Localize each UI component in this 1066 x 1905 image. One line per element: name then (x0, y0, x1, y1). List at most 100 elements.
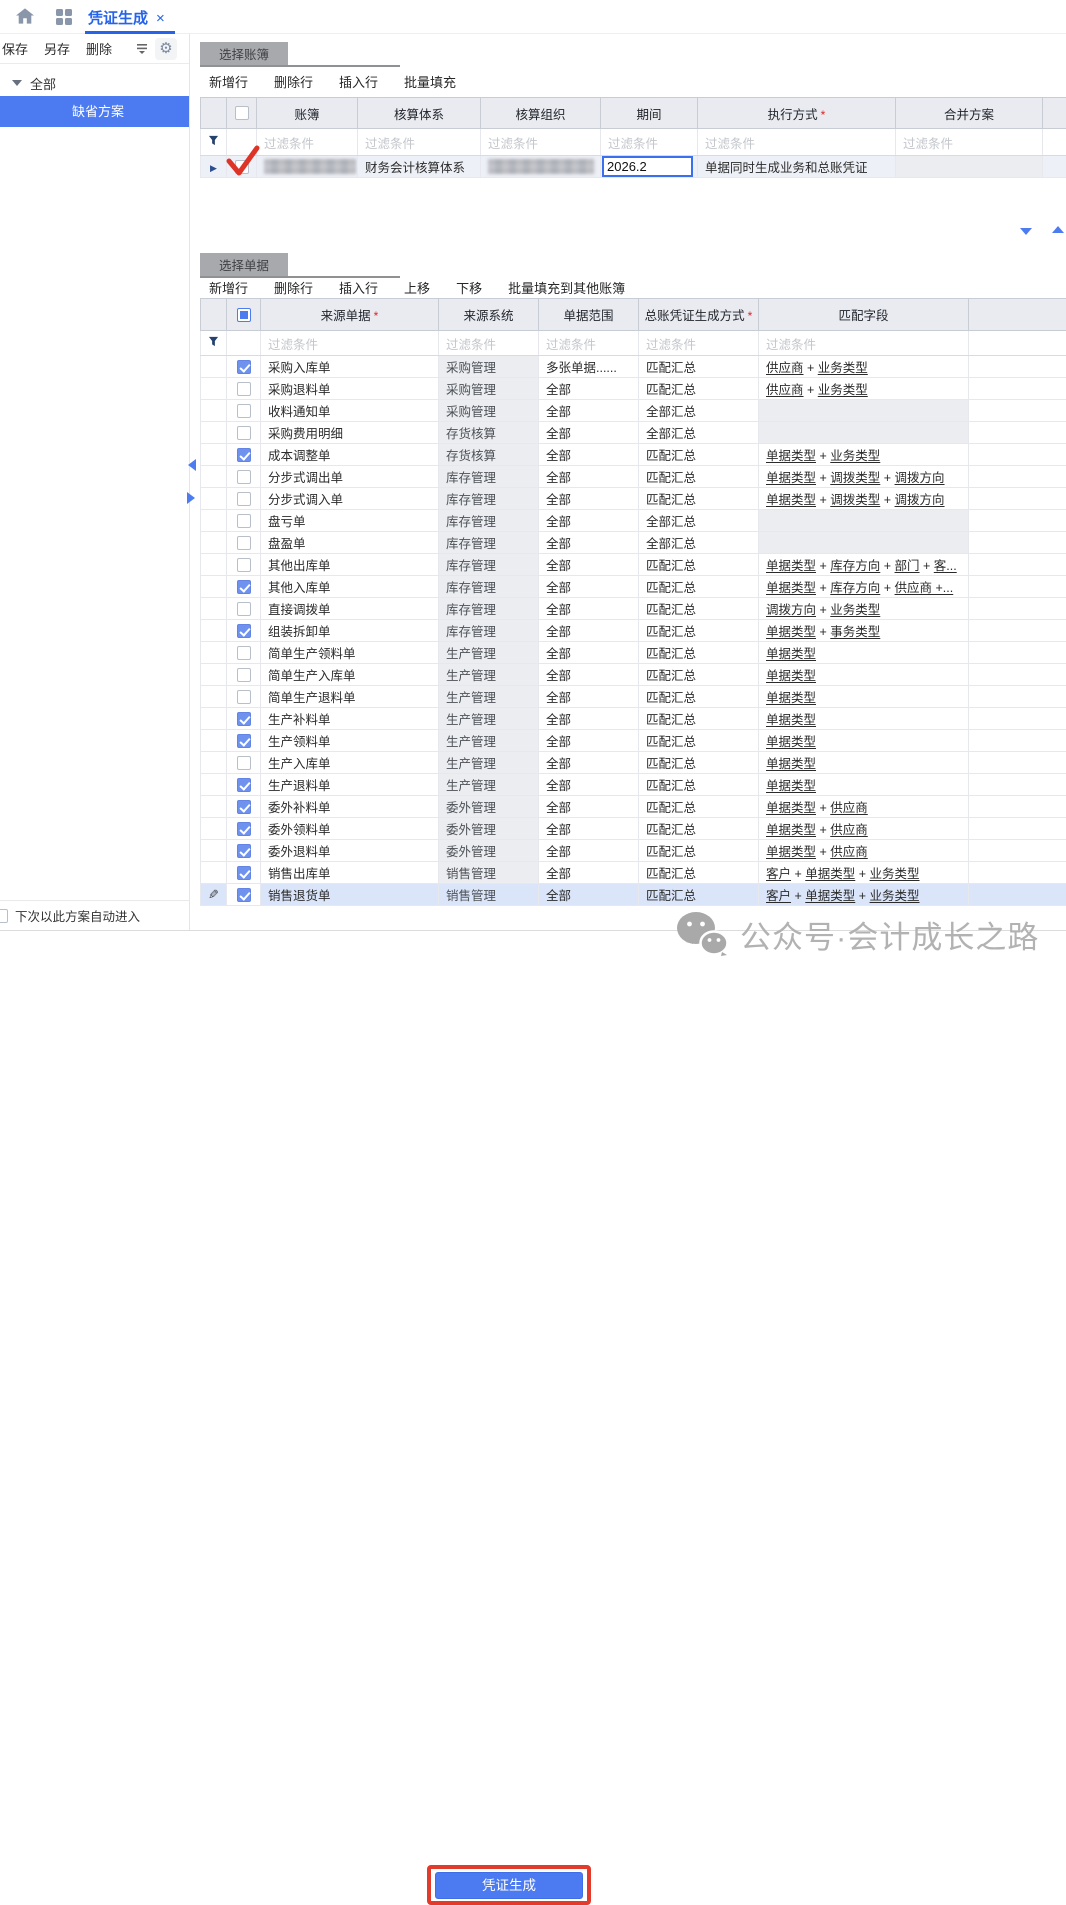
cell-gl-method[interactable]: 匹配汇总 (639, 378, 759, 400)
cell-source-doc[interactable]: 生产入库单 (261, 752, 439, 774)
cell-source-system[interactable]: 委外管理 (439, 818, 539, 840)
cell-doc-range[interactable]: 全部 (539, 840, 639, 862)
filter-input-book[interactable]: 过滤条件 (257, 129, 358, 156)
cell-gl-method[interactable]: 全部汇总 (639, 422, 759, 444)
row-checkbox[interactable] (237, 448, 251, 462)
cell-match-fields[interactable]: 单据类型 (759, 664, 969, 686)
chevron-down-icon[interactable] (1020, 228, 1032, 235)
cell-doc-range[interactable]: 全部 (539, 554, 639, 576)
cell-source-system[interactable]: 采购管理 (439, 378, 539, 400)
row-checkbox[interactable] (237, 558, 251, 572)
cell-source-doc[interactable]: 分步式调出单 (261, 466, 439, 488)
cell-source-doc[interactable]: 委外领料单 (261, 818, 439, 840)
cell-gl-method[interactable]: 匹配汇总 (639, 796, 759, 818)
cell-gl-method[interactable]: 匹配汇总 (639, 686, 759, 708)
insert-row-button[interactable]: 插入行 (339, 72, 378, 91)
panel-expand-right-icon[interactable] (187, 492, 195, 504)
cell-source-system[interactable]: 销售管理 (439, 884, 539, 906)
cell-source-system[interactable]: 库存管理 (439, 554, 539, 576)
cell-source-system[interactable]: 库存管理 (439, 488, 539, 510)
cell-match-fields[interactable]: 单据类型 + 供应商 (759, 818, 969, 840)
cell-gl-method[interactable]: 匹配汇总 (639, 818, 759, 840)
tab-close-icon[interactable]: × (156, 10, 165, 27)
cell-source-doc[interactable]: 生产补料单 (261, 708, 439, 730)
cell-source-system[interactable]: 库存管理 (439, 466, 539, 488)
cell-match-fields[interactable]: 单据类型 + 调拨类型 + 调拨方向 (759, 488, 969, 510)
cell-match-fields[interactable]: 单据类型 (759, 686, 969, 708)
cell-match-fields[interactable] (759, 510, 969, 532)
cell-source-doc[interactable]: 生产退料单 (261, 774, 439, 796)
row-checkbox[interactable] (237, 404, 251, 418)
row-checkbox[interactable] (237, 470, 251, 484)
cell-doc-range[interactable]: 全部 (539, 466, 639, 488)
delete-row-button[interactable]: 删除行 (274, 278, 313, 297)
cell-doc-range[interactable]: 全部 (539, 664, 639, 686)
auto-enter-checkbox[interactable] (0, 909, 8, 923)
cell-match-fields[interactable]: 单据类型 (759, 730, 969, 752)
add-row-button[interactable]: 新增行 (209, 72, 248, 91)
row-checkbox[interactable] (237, 800, 251, 814)
cell-gl-method[interactable]: 匹配汇总 (639, 356, 759, 378)
filter-input-source_system[interactable]: 过滤条件 (439, 331, 539, 356)
cell-source-doc[interactable]: 简单生产领料单 (261, 642, 439, 664)
cell-doc-range[interactable]: 全部 (539, 598, 639, 620)
generate-voucher-button[interactable]: 凭证生成 (435, 1872, 583, 1899)
cell-match-fields[interactable]: 单据类型 (759, 708, 969, 730)
cell-match-fields[interactable]: 单据类型 + 事务类型 (759, 620, 969, 642)
cell-source-doc[interactable]: 直接调拨单 (261, 598, 439, 620)
cell-match-fields[interactable]: 单据类型 + 供应商 (759, 796, 969, 818)
cell-match-fields[interactable]: 单据类型 + 供应商 (759, 840, 969, 862)
cell-doc-range[interactable]: 全部 (539, 400, 639, 422)
row-checkbox[interactable] (237, 536, 251, 550)
filter-input-merge_plan[interactable]: 过滤条件 (896, 129, 1043, 156)
filter-input-accounting_system[interactable]: 过滤条件 (358, 129, 481, 156)
cell-doc-range[interactable]: 全部 (539, 884, 639, 906)
cell-doc-range[interactable]: 全部 (539, 862, 639, 884)
cell-doc-range[interactable]: 全部 (539, 576, 639, 598)
filter-input-gl_method[interactable]: 过滤条件 (639, 331, 759, 356)
cell-gl-method[interactable]: 匹配汇总 (639, 884, 759, 906)
cell-source-system[interactable]: 委外管理 (439, 796, 539, 818)
filter-input-doc_range[interactable]: 过滤条件 (539, 331, 639, 356)
row-checkbox[interactable] (237, 360, 251, 374)
cell-source-doc[interactable]: 其他出库单 (261, 554, 439, 576)
cell-source-doc[interactable]: 成本调整单 (261, 444, 439, 466)
row-checkbox[interactable] (237, 888, 251, 902)
cell-source-system[interactable]: 生产管理 (439, 664, 539, 686)
select-all-checkbox[interactable] (235, 106, 249, 120)
filter-input-match_fields[interactable]: 过滤条件 (759, 331, 969, 356)
add-row-button[interactable]: 新增行 (209, 278, 248, 297)
cell-source-doc[interactable]: 盘盈单 (261, 532, 439, 554)
row-checkbox[interactable] (235, 160, 249, 174)
cell-match-fields[interactable]: 单据类型 + 业务类型 (759, 444, 969, 466)
cell-gl-method[interactable]: 匹配汇总 (639, 466, 759, 488)
cell-gl-method[interactable]: 匹配汇总 (639, 774, 759, 796)
cell-match-fields[interactable]: 客户 + 单据类型 + 业务类型 (759, 884, 969, 906)
cell-match-fields[interactable]: 单据类型 (759, 752, 969, 774)
row-checkbox[interactable] (237, 844, 251, 858)
cell-source-system[interactable]: 采购管理 (439, 356, 539, 378)
filter-input-source_doc[interactable]: 过滤条件 (261, 331, 439, 356)
cell-gl-method[interactable]: 匹配汇总 (639, 730, 759, 752)
tab-voucher-generation[interactable]: 凭证生成× (88, 7, 165, 28)
apps-grid-icon[interactable] (56, 9, 72, 25)
cell-source-system[interactable]: 销售管理 (439, 862, 539, 884)
cell-book[interactable] (257, 156, 358, 178)
cell-doc-range[interactable]: 全部 (539, 422, 639, 444)
cell-source-doc[interactable]: 采购入库单 (261, 356, 439, 378)
cell-gl-method[interactable]: 匹配汇总 (639, 664, 759, 686)
row-checkbox[interactable] (237, 668, 251, 682)
row-checkbox[interactable] (237, 866, 251, 880)
period-input[interactable]: 2026.2 (602, 156, 693, 177)
row-checkbox[interactable] (237, 778, 251, 792)
cell-doc-range[interactable]: 全部 (539, 818, 639, 840)
cell-source-system[interactable]: 委外管理 (439, 840, 539, 862)
move-up-button[interactable]: 上移 (404, 278, 430, 297)
cell-match-fields[interactable]: 单据类型 + 调拨类型 + 调拨方向 (759, 466, 969, 488)
row-checkbox[interactable] (237, 426, 251, 440)
cell-doc-range[interactable]: 全部 (539, 774, 639, 796)
tab-select-book[interactable]: 选择账簿 (200, 42, 288, 65)
cell-execution[interactable]: 单据同时生成业务和总账凭证 (698, 156, 896, 178)
cell-doc-range[interactable]: 全部 (539, 488, 639, 510)
insert-row-button[interactable]: 插入行 (339, 278, 378, 297)
